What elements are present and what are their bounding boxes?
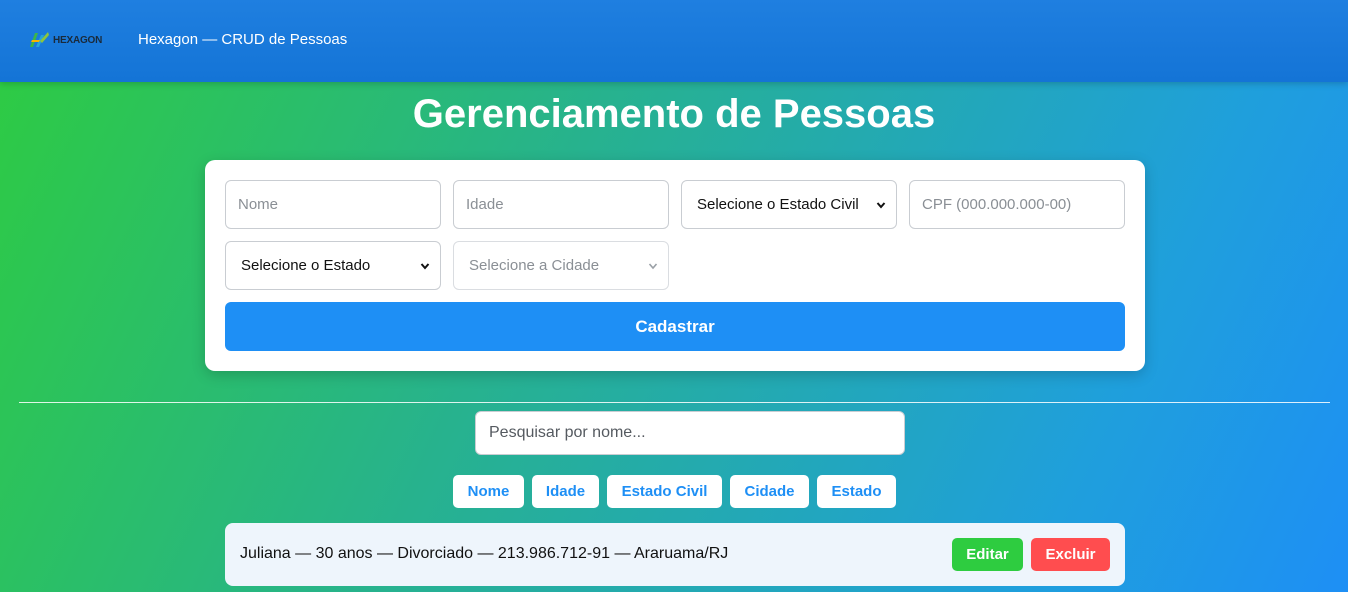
estado-select-value: Selecione o Estado [241,257,371,274]
estado-select[interactable]: Selecione o Estado [225,241,441,290]
idade-input[interactable] [453,180,669,229]
hexagon-logo[interactable]: HEXAGON [28,26,118,54]
sort-button-idade[interactable]: Idade [532,475,599,508]
person-summary: Juliana — 30 anos — Divorciado — 213.986… [240,545,729,562]
cadastrar-button[interactable]: Cadastrar [225,302,1125,351]
hexagon-logo-icon [30,32,49,47]
delete-button[interactable]: Excluir [1031,538,1110,571]
logo-text: HEXAGON [53,34,103,46]
cidade-select[interactable]: Selecione a Cidade [453,241,669,290]
chevron-down-icon [420,262,430,270]
estado-civil-select[interactable]: Selecione o Estado Civil [681,180,897,229]
chevron-down-icon [648,262,658,269]
search-input[interactable] [475,411,905,455]
section-divider [19,402,1330,403]
chevron-down-icon [876,201,886,209]
sort-button-nome[interactable]: Nome [453,475,524,508]
page-title: Gerenciamento de Pessoas [412,92,936,136]
cpf-input[interactable] [909,180,1125,229]
person-form-card: Selecione o Estado Civil Selecione o Est… [205,160,1145,371]
edit-button[interactable]: Editar [952,538,1023,571]
app-title[interactable]: Hexagon — CRUD de Pessoas [138,31,347,48]
person-list-item: Juliana — 30 anos — Divorciado — 213.986… [225,523,1125,586]
sort-button-estado-civil[interactable]: Estado Civil [607,475,722,508]
top-navbar: HEXAGON Hexagon — CRUD de Pessoas [0,0,1348,82]
cidade-select-value: Selecione a Cidade [469,257,600,274]
nome-input[interactable] [225,180,441,229]
sort-button-cidade[interactable]: Cidade [730,475,809,508]
sort-button-estado[interactable]: Estado [817,475,896,508]
estado-civil-select-value: Selecione o Estado Civil [697,196,859,213]
